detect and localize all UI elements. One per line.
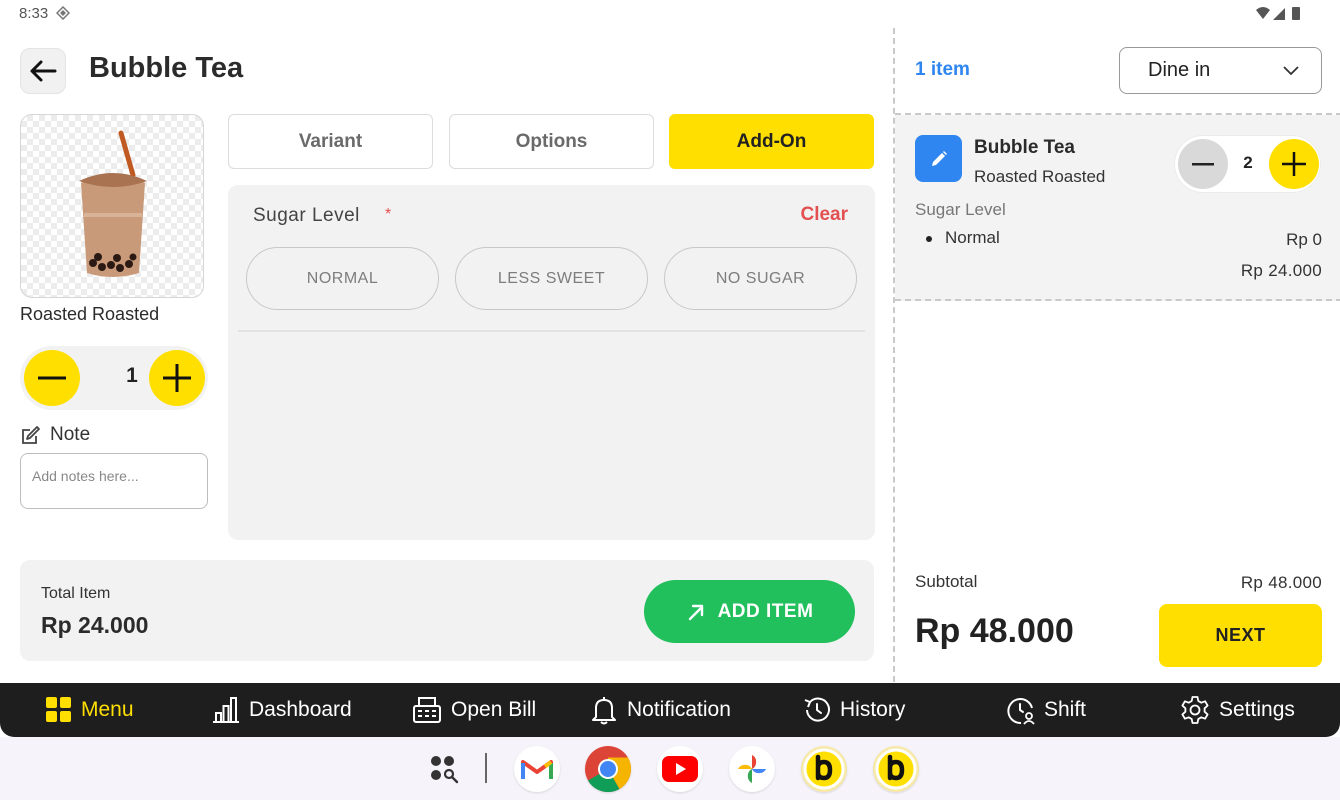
b-app-icon[interactable]	[801, 746, 847, 792]
signal-icons	[1256, 7, 1300, 20]
bar-chart-icon	[213, 697, 239, 723]
decrease-quantity-button[interactable]	[24, 350, 80, 406]
add-item-button[interactable]: ADD ITEM	[644, 580, 855, 643]
arrow-up-right-icon	[688, 604, 703, 620]
tab-add-on[interactable]: Add-On	[669, 114, 874, 169]
cart-item-count: 1 item	[915, 59, 970, 80]
cash-register-icon	[413, 697, 441, 723]
cart-quantity-stepper: 2	[1174, 135, 1321, 193]
bell-icon	[592, 697, 616, 725]
nav-notification-label: Notification	[627, 698, 731, 721]
plus-icon	[163, 364, 191, 392]
clear-button[interactable]: Clear	[800, 204, 848, 226]
next-button[interactable]: NEXT	[1159, 604, 1322, 667]
nav-shift-label: Shift	[1044, 698, 1087, 721]
status-indicator-icon	[56, 6, 70, 20]
cart-panel: 1 item Dine in Bubble Tea Roasted Roaste…	[893, 28, 1340, 682]
total-item-value: Rp 24.000	[41, 612, 149, 638]
nav-settings-label: Settings	[1219, 698, 1295, 721]
divider	[238, 330, 865, 332]
quantity-value: 1	[126, 364, 138, 387]
nav-menu-label: Menu	[81, 698, 134, 721]
tab-variant[interactable]: Variant	[228, 114, 433, 169]
nav-history-label: History	[840, 698, 906, 721]
back-button[interactable]	[20, 48, 66, 94]
increase-quantity-button[interactable]	[149, 350, 205, 406]
cart-item-price: Rp 24.000	[1240, 261, 1322, 280]
cart-footer: Subtotal Rp 48.000 Rp 48.000 NEXT	[895, 552, 1340, 682]
chevron-down-icon	[1283, 65, 1299, 75]
cart-increase-button[interactable]	[1269, 139, 1319, 189]
add-item-label: ADD ITEM	[717, 600, 814, 622]
dock-divider	[485, 753, 487, 783]
bubble-tea-image	[79, 130, 147, 277]
total-item-label: Total Item	[41, 585, 111, 602]
option-normal[interactable]: NORMAL	[246, 247, 439, 310]
nav-open-bill-label: Open Bill	[451, 698, 537, 721]
cart-quantity-value: 2	[1243, 153, 1253, 172]
arrow-left-icon	[30, 60, 57, 82]
nav-dashboard[interactable]: Dashboard	[211, 683, 352, 737]
cart-line-item: Bubble Tea Roasted Roasted 2 Sugar Level…	[895, 115, 1340, 301]
option-less-sweet[interactable]: LESS SWEET	[455, 247, 648, 310]
gmail-icon[interactable]	[514, 746, 560, 792]
bottom-navigation: Menu Dashboard Open Bill Notification Hi…	[0, 683, 1340, 737]
minus-icon	[38, 376, 66, 380]
page-title: Bubble Tea	[89, 52, 244, 84]
cart-item-option-price: Rp 0	[1286, 230, 1322, 249]
options-panel: Sugar Level * Clear NORMAL LESS SWEET NO…	[228, 185, 875, 540]
status-bar: 8:33	[0, 0, 1340, 28]
cart-item-option-group: Sugar Level	[915, 200, 1006, 219]
quantity-stepper: 1	[20, 346, 208, 410]
minus-icon	[1192, 162, 1214, 165]
note-label: Note	[50, 424, 91, 445]
cart-decrease-button[interactable]	[1178, 139, 1228, 189]
order-type-select[interactable]: Dine in	[1119, 47, 1322, 94]
bullet	[926, 236, 932, 242]
photos-icon[interactable]	[729, 746, 775, 792]
cart-item-option: Normal	[945, 228, 1000, 247]
cart-item-variant: Roasted Roasted	[974, 167, 1106, 186]
note-input[interactable]	[20, 453, 208, 509]
status-time: 8:33	[19, 5, 49, 22]
plus-icon	[1282, 152, 1306, 176]
nav-history[interactable]: History	[802, 683, 905, 737]
nav-dashboard-label: Dashboard	[249, 698, 352, 721]
total-bar: Total Item Rp 24.000 ADD ITEM	[20, 560, 874, 661]
pencil-icon	[931, 150, 947, 166]
gear-icon	[1181, 696, 1209, 724]
option-no-sugar[interactable]: NO SUGAR	[664, 247, 857, 310]
app-dock	[0, 737, 1340, 800]
app-drawer-icon[interactable]	[428, 753, 462, 785]
product-name: Roasted Roasted	[20, 304, 160, 324]
subtotal-value: Rp 48.000	[1240, 573, 1322, 592]
product-image	[20, 114, 204, 298]
grand-total: Rp 48.000	[915, 612, 1074, 650]
nav-notification[interactable]: Notification	[589, 683, 731, 737]
b-app-icon[interactable]	[873, 746, 919, 792]
option-group-title: Sugar Level	[253, 205, 360, 226]
nav-shift[interactable]: Shift	[1005, 683, 1086, 737]
chrome-icon[interactable]	[585, 746, 631, 792]
cart-item-name: Bubble Tea	[974, 137, 1075, 158]
nav-menu[interactable]: Menu	[45, 683, 134, 737]
nav-open-bill[interactable]: Open Bill	[411, 683, 536, 737]
required-mark: *	[385, 206, 392, 223]
youtube-icon[interactable]	[657, 746, 703, 792]
order-type-value: Dine in	[1148, 59, 1211, 81]
note-header: Note	[20, 424, 90, 446]
subtotal-label: Subtotal	[915, 572, 978, 591]
edit-note-icon	[22, 425, 40, 444]
edit-item-button[interactable]	[915, 135, 962, 182]
clock-user-icon	[1007, 697, 1035, 725]
grid-icon	[46, 697, 71, 722]
history-icon	[804, 697, 830, 722]
tab-options[interactable]: Options	[449, 114, 654, 169]
nav-settings[interactable]: Settings	[1179, 683, 1295, 737]
